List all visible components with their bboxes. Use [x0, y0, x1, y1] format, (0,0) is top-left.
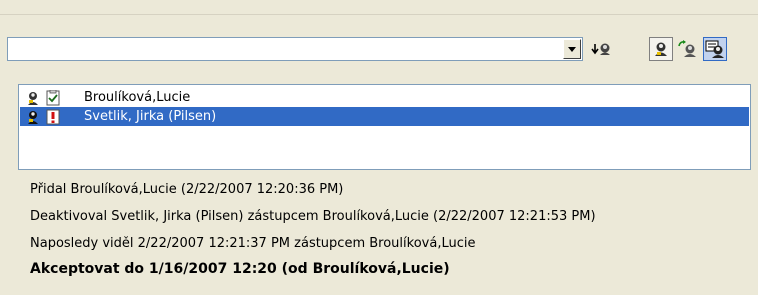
user-properties-icon: [705, 40, 724, 58]
chevron-down-icon: [568, 46, 576, 52]
add-user-button[interactable]: [589, 37, 613, 61]
list-item[interactable]: Broulíková,Lucie: [20, 88, 749, 107]
added-by-text: Přidal Broulíková,Lucie (2/22/2007 12:20…: [30, 182, 344, 197]
deactivated-by-text: Deaktivoval Svetlik, Jirka (Pilsen) zást…: [30, 209, 596, 224]
checkbox-checked-icon: [46, 89, 60, 105]
accept-deadline-text: Akceptovat do 1/16/2007 12:20 (od Broulí…: [30, 261, 450, 277]
user-icon: [28, 91, 38, 105]
participants-list[interactable]: Broulíková,Lucie Svetlik, Jirka (Pilsen): [18, 84, 751, 170]
replace-user-button[interactable]: [676, 37, 700, 61]
divider: [0, 14, 758, 15]
list-item-selected[interactable]: Svetlik, Jirka (Pilsen): [20, 107, 749, 126]
user-combobox[interactable]: [7, 37, 583, 61]
user-swap-icon: [678, 40, 696, 57]
list-item-name: Svetlik, Jirka (Pilsen): [84, 109, 217, 124]
dropdown-button[interactable]: [563, 39, 581, 59]
participants-panel: Broulíková,Lucie Svetlik, Jirka (Pilsen)…: [0, 0, 758, 295]
user-properties-button[interactable]: [703, 37, 727, 61]
last-seen-text: Naposledy viděl 2/22/2007 12:21:37 PM zá…: [30, 236, 476, 251]
exclamation-icon: [46, 109, 60, 124]
user-icon: [655, 42, 667, 56]
user-icon: [28, 110, 38, 124]
add-user-down-icon: [591, 43, 610, 55]
list-item-name: Broulíková,Lucie: [84, 90, 191, 105]
user-button[interactable]: [649, 37, 673, 61]
